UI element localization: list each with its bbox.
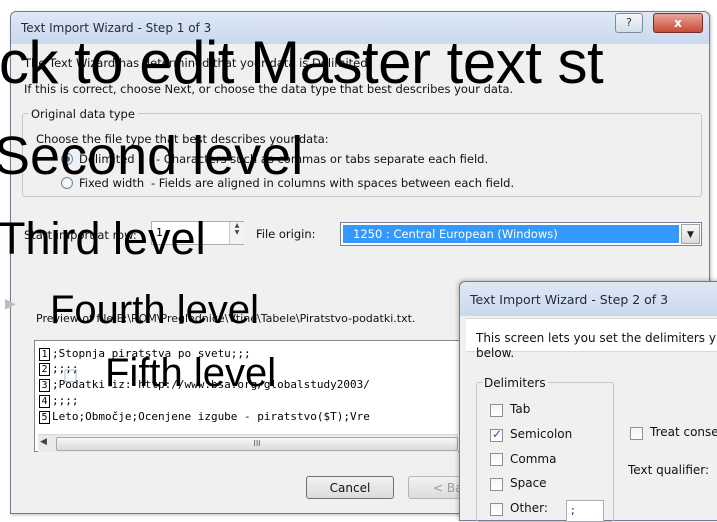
preview-horizontal-scrollbar[interactable]: ◀ III bbox=[38, 434, 458, 452]
other-delimiter-input[interactable]: ; bbox=[566, 500, 604, 522]
tab-checkbox[interactable] bbox=[490, 404, 503, 417]
master-text-level-5[interactable]: Fifth level bbox=[105, 353, 276, 393]
delimiters-label: Delimiters bbox=[482, 376, 548, 390]
title-bar: Text Import Wizard - Step 2 of 3 bbox=[460, 282, 717, 316]
chevron-down-icon[interactable]: ▼ bbox=[681, 224, 700, 244]
intro-line-2: below. bbox=[476, 346, 515, 360]
file-origin-label: File origin: bbox=[256, 227, 316, 241]
tab-label[interactable]: Tab bbox=[510, 402, 530, 416]
master-text-level-1[interactable]: ick to edit Master text st bbox=[0, 33, 604, 93]
scroll-left-icon[interactable]: ◀ bbox=[40, 437, 47, 447]
triangle-bullet-icon: ▶ bbox=[5, 296, 16, 312]
file-origin-select[interactable]: 1250 : Central European (Windows) ▼ bbox=[340, 222, 702, 246]
other-label[interactable]: Other: bbox=[510, 501, 548, 515]
semicolon-checkbox[interactable] bbox=[490, 427, 503, 442]
other-checkbox[interactable] bbox=[490, 503, 503, 516]
window-title: Text Import Wizard - Step 2 of 3 bbox=[470, 292, 669, 307]
spinner-arrows-icon[interactable]: ▲ ▼ bbox=[229, 222, 244, 244]
comma-label[interactable]: Comma bbox=[510, 452, 556, 466]
master-text-level-2[interactable]: Second level bbox=[0, 129, 303, 183]
text-qualifier-label: Text qualifier: bbox=[628, 463, 710, 477]
close-button[interactable]: x bbox=[653, 13, 703, 33]
original-data-type-label: Original data type bbox=[28, 107, 138, 121]
intro-line-1: This screen lets you set the delimiters … bbox=[476, 331, 716, 345]
cancel-button[interactable]: Cancel bbox=[306, 476, 394, 499]
preview-row: 5 Leto;Območje;Ocenjene izgube - piratstv… bbox=[39, 410, 370, 424]
treat-consecutive-checkbox[interactable] bbox=[630, 427, 643, 440]
back-button[interactable]: < Ba bbox=[408, 476, 464, 499]
comma-checkbox[interactable] bbox=[490, 453, 503, 466]
text-import-wizard-step2: Text Import Wizard - Step 2 of 3 This sc… bbox=[459, 281, 717, 522]
treat-consecutive-label[interactable]: Treat conse bbox=[650, 425, 717, 439]
master-text-level-4[interactable]: Fourth level bbox=[50, 290, 259, 330]
help-button[interactable]: ? bbox=[615, 13, 643, 33]
square-bullet-icon: □ bbox=[63, 365, 79, 384]
file-origin-value: 1250 : Central European (Windows) bbox=[343, 225, 679, 243]
scroll-thumb[interactable]: III bbox=[56, 437, 458, 451]
preview-row: 4;;;; bbox=[39, 394, 79, 408]
semicolon-label[interactable]: Semicolon bbox=[510, 427, 572, 441]
space-label[interactable]: Space bbox=[510, 476, 547, 490]
master-text-level-3[interactable]: Third level bbox=[0, 216, 206, 261]
space-checkbox[interactable] bbox=[490, 478, 503, 491]
